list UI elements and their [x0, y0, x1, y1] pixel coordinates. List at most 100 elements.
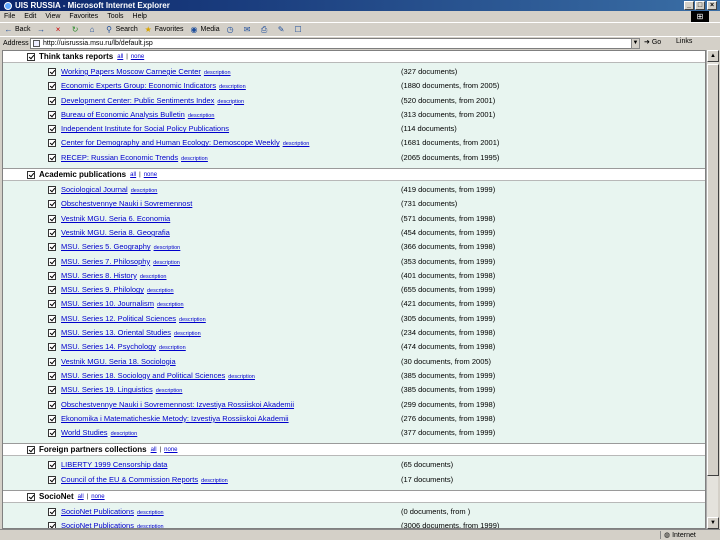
collection-name-link[interactable]: MSU. Series 8. History — [61, 271, 137, 280]
description-link[interactable]: description — [283, 141, 310, 147]
collection-name-link[interactable]: Working Papers Moscow Carnegie Center — [61, 67, 201, 76]
collection-name-link[interactable]: SocioNet Publications — [61, 521, 134, 528]
collection-checkbox[interactable] — [48, 314, 56, 323]
menu-tools[interactable]: Tools — [107, 11, 123, 22]
menu-edit[interactable]: Edit — [24, 11, 36, 22]
scroll-up-arrow-icon[interactable]: ▲ — [707, 50, 719, 62]
favorites-button[interactable]: ★ Favorites — [144, 25, 184, 34]
collection-checkbox[interactable] — [48, 329, 56, 338]
section-link-1[interactable]: none — [91, 494, 104, 500]
collection-checkbox[interactable] — [48, 475, 56, 484]
collection-checkbox[interactable] — [48, 125, 56, 134]
description-link[interactable]: description — [131, 188, 158, 194]
collection-checkbox[interactable] — [48, 522, 56, 528]
description-link[interactable]: description — [201, 478, 228, 484]
description-link[interactable]: description — [204, 70, 231, 76]
collection-name-link[interactable]: Independent Institute for Social Policy … — [61, 124, 229, 133]
collection-name-link[interactable]: MSU. Series 10. Journalism — [61, 299, 154, 308]
collection-checkbox[interactable] — [48, 429, 56, 438]
collection-name-link[interactable]: Obschestvennye Nauki i Sovremennost — [61, 199, 192, 208]
description-link[interactable]: description — [219, 84, 246, 90]
collection-checkbox[interactable] — [48, 357, 56, 366]
collection-name-link[interactable]: MSU. Series 12. Political Sciences — [61, 314, 176, 323]
collection-name-link[interactable]: MSU. Series 19. Linguistics — [61, 385, 153, 394]
collection-checkbox[interactable] — [48, 96, 56, 105]
collection-checkbox[interactable] — [48, 257, 56, 266]
section-checkbox[interactable] — [27, 492, 35, 501]
collection-name-link[interactable]: MSU. Series 18. Sociology and Political … — [61, 371, 225, 380]
section-checkbox[interactable] — [27, 52, 35, 61]
address-input[interactable]: http://uisrussia.msu.ru/lb/default.jsp — [30, 38, 640, 49]
collection-name-link[interactable]: Obschestvennye Nauki i Sovremennost: Izv… — [61, 400, 294, 409]
links-button[interactable]: Links — [676, 38, 692, 45]
menu-favorites[interactable]: Favorites — [69, 11, 98, 22]
description-link[interactable]: description — [179, 317, 206, 323]
go-button[interactable]: ➜ Go — [644, 38, 661, 46]
collection-checkbox[interactable] — [48, 110, 56, 119]
menu-view[interactable]: View — [45, 11, 60, 22]
collection-checkbox[interactable] — [48, 243, 56, 252]
collection-name-link[interactable]: Vestnik MGU. Seria 8. Geografia — [61, 228, 170, 237]
collection-name-link[interactable]: MSU. Series 14. Psychology — [61, 342, 156, 351]
section-link-1[interactable]: none — [144, 172, 157, 178]
section-link-0[interactable]: all — [130, 172, 136, 178]
stop-button[interactable]: × — [54, 25, 65, 34]
close-button[interactable]: × — [707, 1, 717, 10]
section-checkbox[interactable] — [27, 445, 35, 454]
description-link[interactable]: description — [228, 374, 255, 380]
section-link-1[interactable]: none — [131, 54, 144, 60]
section-checkbox[interactable] — [27, 170, 35, 179]
minimize-button[interactable]: _ — [684, 1, 694, 10]
collection-name-link[interactable]: Sociological Journal — [61, 185, 128, 194]
description-link[interactable]: description — [159, 345, 186, 351]
description-link[interactable]: description — [137, 510, 164, 516]
description-link[interactable]: description — [156, 388, 183, 394]
collection-checkbox[interactable] — [48, 371, 56, 380]
edit-button[interactable]: ✎ — [277, 25, 288, 34]
collection-name-link[interactable]: Vestnik MGU. Seria 18. Sociologia — [61, 357, 176, 366]
collection-name-link[interactable]: Council of the EU & Commission Reports — [61, 475, 198, 484]
collection-name-link[interactable]: LIBERTY 1999 Censorship data — [61, 460, 167, 469]
scroll-down-arrow-icon[interactable]: ▼ — [707, 517, 719, 529]
collection-checkbox[interactable] — [48, 139, 56, 148]
history-button[interactable]: ◷ — [226, 25, 237, 34]
collection-checkbox[interactable] — [48, 508, 56, 517]
vertical-scrollbar[interactable]: ▲ ▼ — [706, 50, 719, 529]
search-button[interactable]: ⚲ Search — [105, 25, 138, 34]
maximize-button[interactable]: □ — [695, 1, 705, 10]
collection-checkbox[interactable] — [48, 186, 56, 195]
collection-name-link[interactable]: World Studies — [61, 428, 108, 437]
menu-help[interactable]: Help — [133, 11, 147, 22]
description-link[interactable]: description — [140, 274, 167, 280]
collection-checkbox[interactable] — [48, 82, 56, 91]
section-link-0[interactable]: all — [151, 447, 157, 453]
home-button[interactable]: ⌂ — [88, 25, 99, 34]
refresh-button[interactable]: ↻ — [71, 25, 82, 34]
collection-checkbox[interactable] — [48, 214, 56, 223]
section-link-1[interactable]: none — [164, 447, 177, 453]
collection-checkbox[interactable] — [48, 153, 56, 162]
description-link[interactable]: description — [153, 260, 180, 266]
collection-checkbox[interactable] — [48, 286, 56, 295]
mail-button[interactable]: ✉ — [243, 25, 254, 34]
description-link[interactable]: description — [111, 431, 138, 437]
description-link[interactable]: description — [181, 156, 208, 162]
section-link-0[interactable]: all — [117, 54, 123, 60]
collection-name-link[interactable]: SocioNet Publications — [61, 507, 134, 516]
collection-name-link[interactable]: MSU. Series 5. Geography — [61, 242, 151, 251]
address-dropdown-button[interactable]: ▼ — [631, 38, 640, 49]
collection-checkbox[interactable] — [48, 414, 56, 423]
collection-name-link[interactable]: RECEP: Russian Economic Trends — [61, 153, 178, 162]
collection-checkbox[interactable] — [48, 400, 56, 409]
collection-name-link[interactable]: Development Center: Public Sentiments In… — [61, 96, 214, 105]
collection-checkbox[interactable] — [48, 271, 56, 280]
collection-checkbox[interactable] — [48, 386, 56, 395]
collection-checkbox[interactable] — [48, 461, 56, 470]
description-link[interactable]: description — [157, 302, 184, 308]
collection-name-link[interactable]: MSU. Series 9. Philology — [61, 285, 144, 294]
discuss-button[interactable]: ☐ — [294, 25, 305, 34]
collection-name-link[interactable]: MSU. Series 7. Philosophy — [61, 257, 150, 266]
scrollbar-thumb[interactable] — [707, 64, 719, 476]
forward-button[interactable]: → — [37, 25, 48, 34]
description-link[interactable]: description — [154, 245, 181, 251]
